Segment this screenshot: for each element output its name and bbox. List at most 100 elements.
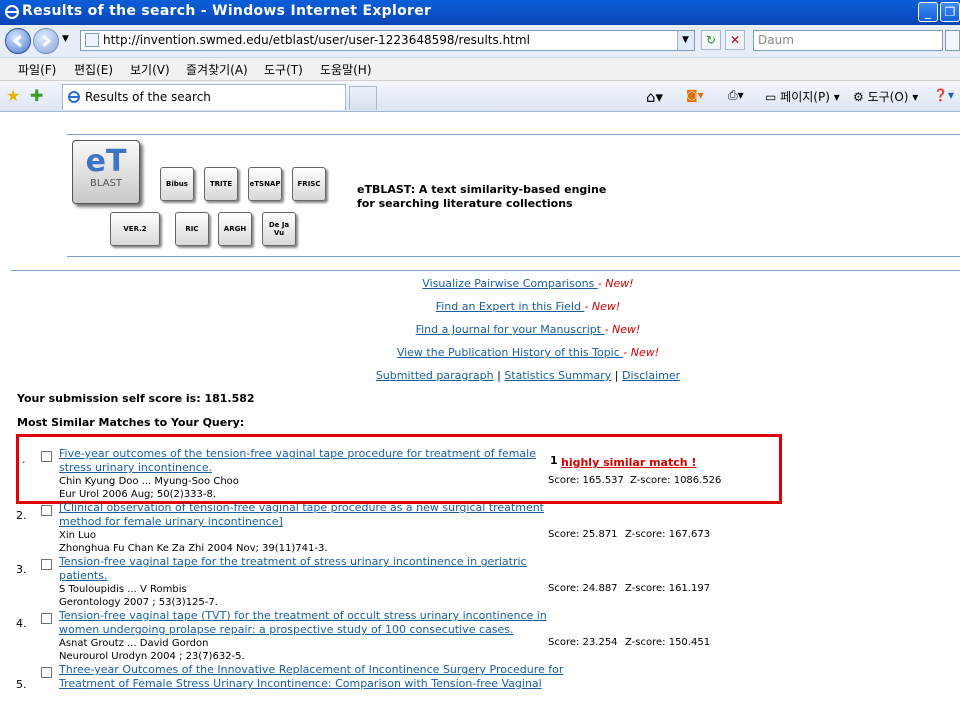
find-expert-link[interactable]: Find an Expert in this Field: [436, 300, 585, 313]
stop-button[interactable]: ✕: [725, 30, 745, 50]
key-argh[interactable]: ARGH: [218, 212, 252, 246]
key-bibus[interactable]: Bibus: [160, 167, 194, 201]
menu-file[interactable]: 파일(F): [18, 61, 56, 78]
new-badge: - New!: [623, 346, 660, 359]
page-menu-label: 페이지(P): [780, 90, 830, 104]
disclaimer-link[interactable]: Disclaimer: [622, 369, 680, 382]
result-title-link[interactable]: Three-year Outcomes of the Innovative Re…: [59, 663, 563, 691]
divider-mid: [67, 256, 960, 257]
forward-arrow-icon: [42, 34, 52, 48]
submitted-paragraph-link[interactable]: Submitted paragraph: [376, 369, 494, 382]
back-button[interactable]: [5, 28, 31, 54]
menu-view[interactable]: 보기(V): [130, 61, 170, 78]
result-number: 2.: [16, 509, 27, 522]
history-dropdown-icon[interactable]: ▼: [62, 34, 69, 44]
result-score: Score: 25.871: [548, 529, 618, 540]
search-button[interactable]: [945, 30, 960, 51]
result-title-link[interactable]: Tension-free vaginal tape for the treatm…: [59, 555, 527, 583]
key-frisc[interactable]: FRISC: [292, 167, 326, 201]
address-dropdown-button[interactable]: ▼: [677, 31, 694, 50]
result-checkbox[interactable]: [41, 559, 52, 570]
menu-edit[interactable]: 편집(E): [74, 61, 113, 78]
matches-heading: Most Similar Matches to Your Query:: [17, 416, 245, 429]
self-score: Your submission self score is: 181.582: [17, 392, 255, 405]
find-journal-link[interactable]: Find a Journal for your Manuscript: [416, 323, 605, 336]
visualize-link[interactable]: Visualize Pairwise Comparisons: [422, 277, 598, 290]
maximize-button[interactable]: ❐: [940, 2, 960, 22]
result-citation: Zhonghua Fu Chan Ke Za Zhi 2004 Nov; 39(…: [59, 543, 328, 554]
result-title-link[interactable]: Tension-free vaginal tape (TVT) for the …: [59, 609, 547, 637]
result-citation: Neurourol Urodyn 2004 ; 23(7)632-5.: [59, 651, 245, 662]
tab-results[interactable]: Results of the search: [62, 84, 346, 110]
site-tagline: eTBLAST: A text similarity-based engine …: [357, 183, 607, 210]
window-title: Results of the search - Windows Internet…: [22, 3, 432, 19]
statistics-summary-link[interactable]: Statistics Summary: [504, 369, 611, 382]
key-ric[interactable]: RIC: [175, 212, 209, 246]
highlight-box: [16, 434, 782, 504]
divider-top: [67, 134, 960, 135]
print-icon[interactable]: ⎙▾: [728, 88, 744, 103]
result-title-link[interactable]: [Clinical observation of tension-free va…: [59, 501, 544, 529]
link-row-expert: Find an Expert in this Field - New!: [48, 300, 960, 313]
result-authors: S Touloupidis ... V Rombis: [59, 584, 187, 595]
result-zscore: Z-score: 150.451: [625, 637, 711, 648]
result-number: 3.: [16, 563, 27, 576]
ie-logo-icon: [5, 5, 19, 19]
title-bar: Results of the search - Windows Internet…: [0, 0, 960, 25]
page-icon: [85, 33, 99, 47]
page-menu-icon: ▭: [765, 90, 777, 104]
gear-icon: ⚙: [853, 90, 864, 104]
tools-menu[interactable]: ⚙ 도구(O) ▾: [853, 88, 918, 105]
sublinks-row: Submitted paragraph | Statistics Summary…: [48, 369, 960, 382]
address-input[interactable]: http://invention.swmed.edu/etblast/user/…: [80, 30, 695, 51]
result-authors: Asnat Groutz ... David Gordon: [59, 638, 209, 649]
result-zscore: Z-score: 167.673: [625, 529, 711, 540]
result-checkbox[interactable]: [41, 505, 52, 516]
separator: |: [497, 369, 501, 382]
new-badge: - New!: [584, 300, 621, 313]
divider-full: [11, 270, 960, 271]
etblast-logo-key[interactable]: eT BLAST: [72, 140, 140, 204]
home-icon[interactable]: ⌂▾: [646, 88, 663, 106]
new-badge: - New!: [604, 323, 641, 336]
result-checkbox[interactable]: [41, 667, 52, 678]
ie-page-icon: [68, 91, 80, 103]
publication-history-link[interactable]: View the Publication History of this Top…: [397, 346, 623, 359]
link-row-journal: Find a Journal for your Manuscript - New…: [48, 323, 960, 336]
refresh-button[interactable]: ↻: [701, 30, 721, 50]
help-icon[interactable]: ❓▾: [933, 88, 954, 102]
menu-favorites[interactable]: 즐겨찾기(A): [186, 61, 248, 78]
search-input[interactable]: Daum: [753, 30, 943, 51]
menu-bar: 파일(F) 편집(E) 보기(V) 즐겨찾기(A) 도구(T) 도움말(H): [0, 58, 960, 81]
menu-help[interactable]: 도움말(H): [320, 61, 372, 78]
result-number: 4.: [16, 617, 27, 630]
page-menu[interactable]: ▭ 페이지(P) ▾: [765, 88, 840, 105]
key-trite[interactable]: TRITE: [204, 167, 238, 201]
link-row-history: View the Publication History of this Top…: [48, 346, 960, 359]
result-score: Score: 23.254: [548, 637, 618, 648]
new-badge: - New!: [597, 277, 634, 290]
separator: |: [614, 369, 619, 382]
menu-tools[interactable]: 도구(T): [264, 61, 303, 78]
address-value: http://invention.swmed.edu/etblast/user/…: [103, 33, 530, 47]
logo-title: eT: [85, 144, 127, 179]
result-citation: Gerontology 2007 ; 53(3)125-7.: [59, 597, 218, 608]
back-arrow-icon: [12, 34, 22, 48]
link-row-visualize: Visualize Pairwise Comparisons - New!: [48, 277, 960, 290]
key-etsnap[interactable]: eTSNAP: [248, 167, 282, 201]
key-dejavu[interactable]: De Ja Vu: [262, 212, 296, 246]
key-ver2[interactable]: VER.2: [110, 212, 160, 246]
new-tab-button[interactable]: [349, 86, 377, 110]
result-authors: Xin Luo: [59, 530, 96, 541]
result-checkbox[interactable]: [41, 613, 52, 624]
forward-button[interactable]: [33, 28, 59, 54]
favorites-star-icon[interactable]: ★: [6, 86, 20, 105]
tab-label: Results of the search: [85, 90, 211, 104]
tools-menu-label: 도구(O): [867, 90, 909, 104]
result-score: Score: 24.887: [548, 583, 618, 594]
result-number: 5.: [16, 678, 27, 691]
add-favorite-icon[interactable]: ✚: [30, 86, 43, 105]
logo-subtitle: BLAST: [90, 178, 122, 189]
feeds-icon[interactable]: ◙▾: [686, 88, 704, 102]
minimize-button[interactable]: _: [918, 2, 938, 22]
